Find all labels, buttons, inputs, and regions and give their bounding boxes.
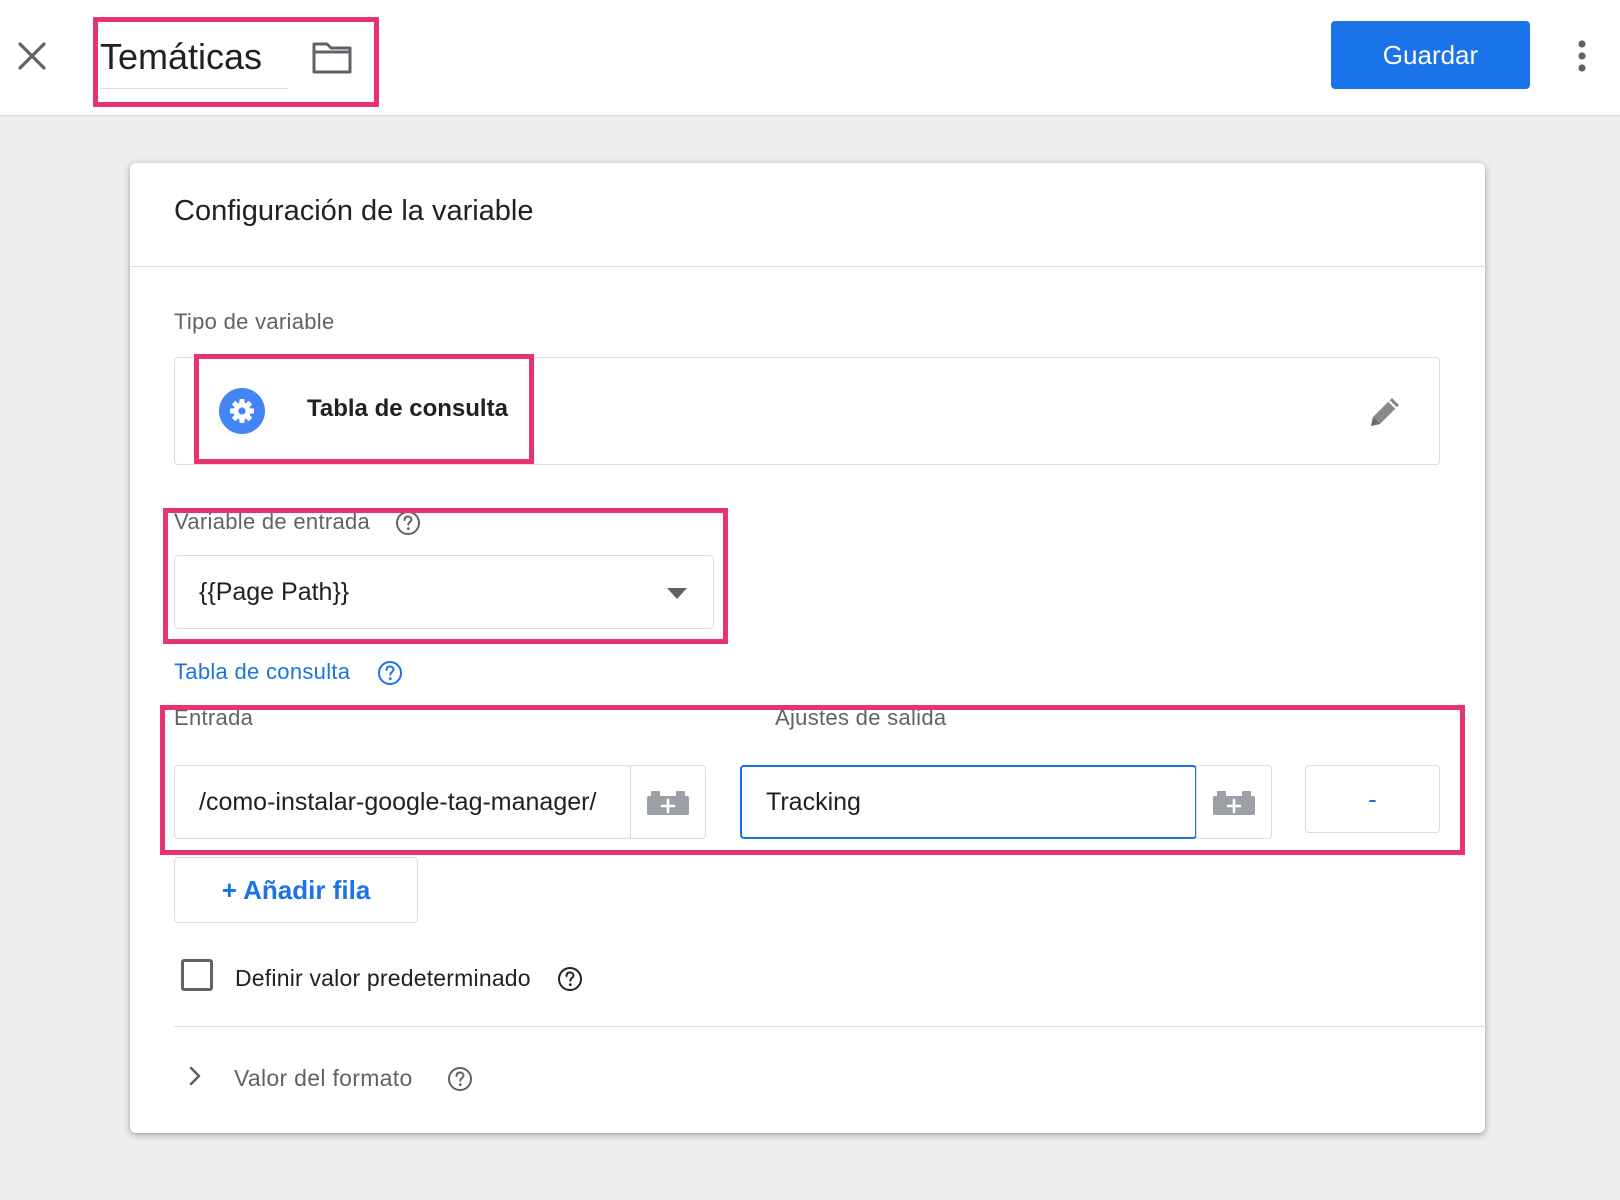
help-icon[interactable]	[557, 966, 583, 992]
title-underline	[100, 88, 288, 89]
variable-type-name: Tabla de consulta	[307, 395, 508, 422]
variable-type-selector[interactable]: Tabla de consulta	[174, 357, 1440, 465]
input-variable-select[interactable]: {{Page Path}}	[174, 555, 714, 629]
table-row-input-field[interactable]	[174, 765, 631, 839]
help-icon[interactable]	[377, 660, 403, 686]
output-column-header: Ajustes de salida	[775, 705, 947, 730]
variable-type-label: Tipo de variable	[174, 309, 335, 334]
format-value-label: Valor del formato	[234, 1065, 413, 1091]
format-value-expander[interactable]: Valor del formato	[174, 1053, 574, 1103]
top-bar: Temáticas Guardar	[0, 0, 1620, 116]
gear-icon	[219, 388, 265, 434]
add-row-button[interactable]: + Añadir fila	[174, 857, 418, 923]
chevron-down-icon	[667, 587, 687, 599]
input-variable-value: {{Page Path}}	[199, 578, 350, 606]
help-icon[interactable]	[395, 510, 421, 536]
lookup-table-label: Tabla de consulta	[174, 659, 351, 684]
table-row-input[interactable]	[175, 766, 630, 838]
table-row-output-field[interactable]	[740, 765, 1197, 839]
folder-icon[interactable]	[312, 40, 352, 74]
insert-variable-button[interactable]	[630, 765, 706, 839]
divider	[174, 1026, 1485, 1027]
card-title: Configuración de la variable	[174, 195, 534, 227]
remove-row-button[interactable]: -	[1305, 765, 1440, 833]
input-column-header: Entrada	[174, 705, 254, 730]
pencil-icon[interactable]	[1365, 392, 1405, 432]
page-title[interactable]: Temáticas	[100, 36, 262, 78]
close-icon[interactable]	[14, 38, 50, 74]
insert-variable-button[interactable]	[1196, 765, 1272, 839]
default-value-label: Definir valor predeterminado	[235, 965, 531, 991]
variable-brick-icon	[647, 791, 689, 815]
save-button[interactable]: Guardar	[1331, 21, 1530, 89]
table-row-output[interactable]	[742, 767, 1195, 837]
default-value-checkbox[interactable]	[181, 959, 213, 991]
chevron-right-icon	[188, 1065, 202, 1087]
more-vert-icon[interactable]	[1570, 38, 1594, 74]
card-header: Configuración de la variable	[130, 163, 1485, 267]
input-variable-label: Variable de entrada	[174, 509, 371, 534]
variable-brick-icon	[1213, 791, 1255, 815]
help-icon[interactable]	[447, 1066, 473, 1092]
variable-config-card: Configuración de la variable Tipo de var…	[130, 163, 1485, 1133]
